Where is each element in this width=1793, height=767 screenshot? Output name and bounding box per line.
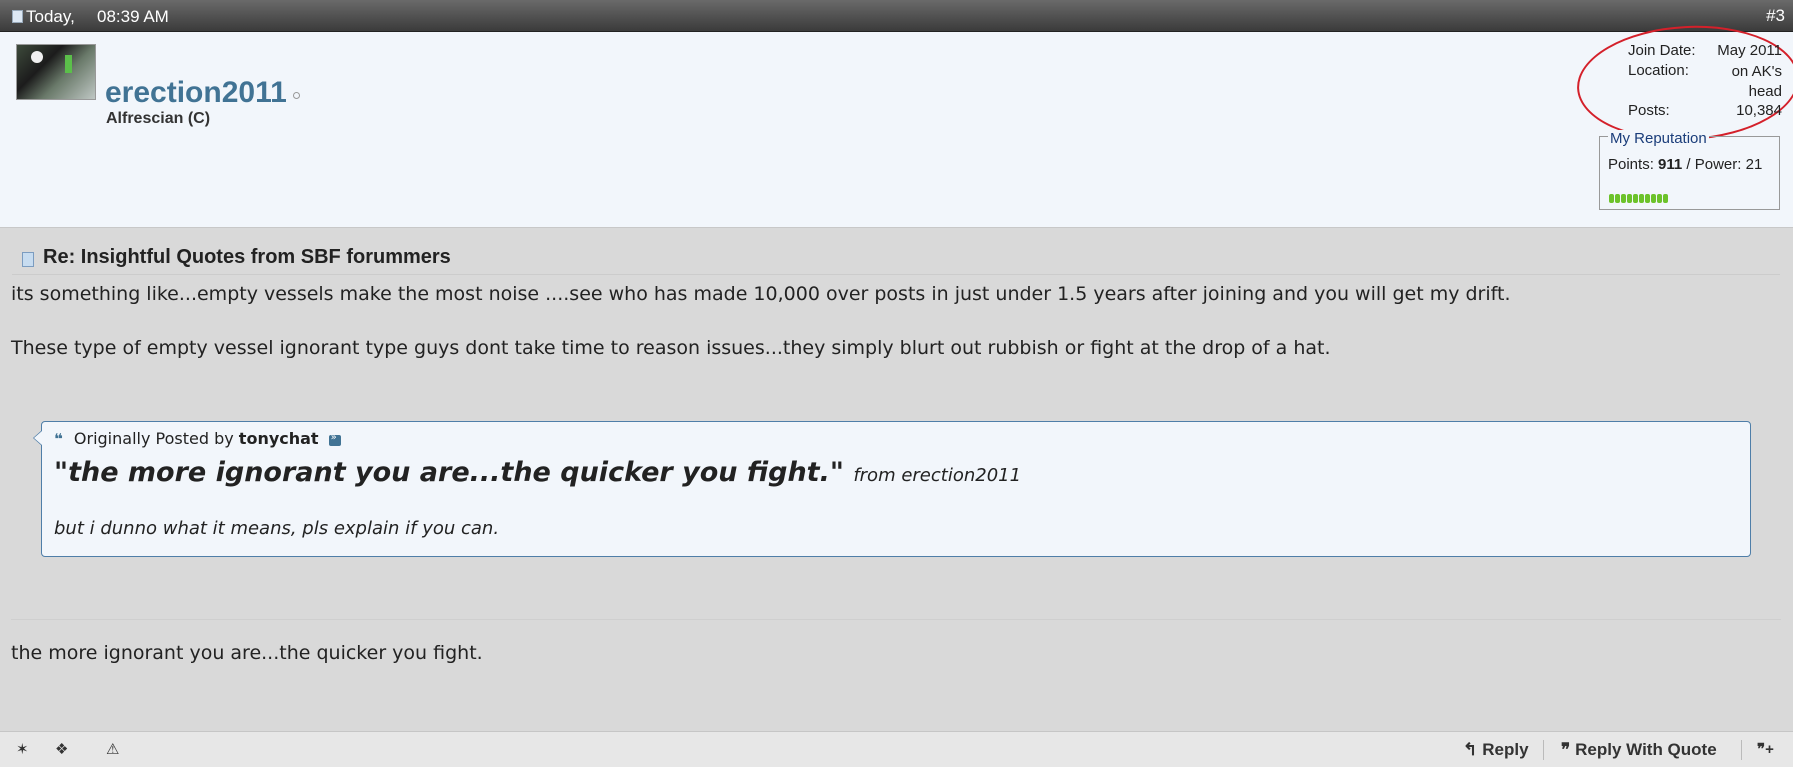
user-info-bar: erection2011 Alfrescian (C) [0, 32, 1793, 228]
join-date-row: Join Date: May 2011 [1628, 42, 1782, 62]
post-footer-bar: ✶ ❖ ⚠ ↰ Reply ❞ Reply With Quote ❞+ [0, 731, 1793, 767]
reputation-legend: My Reputation [1608, 130, 1709, 147]
document-icon [12, 10, 23, 23]
reputation-segment [1615, 194, 1620, 203]
apple-logo-icon [31, 51, 43, 63]
reply-icon: ↰ [1463, 740, 1478, 759]
reply-button[interactable]: ↰ Reply [1463, 740, 1529, 760]
location-value: on AK's head [1731, 63, 1782, 100]
reputation-segment [1645, 194, 1650, 203]
separator [1741, 740, 1742, 760]
points-value: 911 [1658, 156, 1683, 173]
avatar[interactable] [16, 44, 96, 100]
posts-label: Posts: [1628, 102, 1670, 119]
reply-with-quote-label: Reply With Quote [1575, 740, 1717, 759]
reputation-segment [1627, 194, 1632, 203]
quote-sub-text: but i dunno what it means, pls explain i… [54, 518, 500, 539]
power-label: Power: [1694, 156, 1742, 173]
quote-reply-icon: ❞ [1561, 740, 1571, 759]
multi-quote-icon[interactable]: ❞+ [1757, 740, 1774, 758]
username-link[interactable]: erection2011 [105, 76, 287, 110]
user-stats: Join Date: May 2011 Location: on AK's he… [1628, 42, 1782, 122]
reputation-segment [1609, 194, 1614, 203]
post-title: Re: Insightful Quotes from SBF forummers [43, 246, 451, 268]
thanks-icon[interactable]: ❖ [55, 740, 68, 758]
quote-prefix: Originally Posted by [73, 429, 234, 448]
report-warning-icon[interactable]: ⚠ [106, 740, 119, 758]
location-label: Location: [1628, 62, 1689, 79]
quote-header: ❝ Originally Posted by tonychat [54, 429, 341, 448]
reputation-segment [1651, 194, 1656, 203]
posts-row: Posts: 10,384 [1628, 102, 1782, 122]
post-paragraph-2: These type of empty vessel ignorant type… [11, 337, 1331, 359]
reputation-segment [1657, 194, 1662, 203]
quote-author[interactable]: tonychat [239, 429, 319, 448]
quote-block: ❝ Originally Posted by tonychat "the mor… [33, 421, 1751, 557]
view-post-icon[interactable] [328, 432, 341, 446]
post-paragraph-3: the more ignorant you are...the quicker … [11, 642, 483, 664]
post-paragraph-1: its something like...empty vessels make … [11, 283, 1511, 305]
quote-notch [33, 430, 42, 446]
quote-main-text: "the more ignorant you are...the quicker… [54, 457, 1021, 488]
reputation-segment [1621, 194, 1626, 203]
online-status-icon [293, 92, 300, 99]
reply-label: Reply [1482, 740, 1529, 759]
join-date-label: Join Date: [1628, 42, 1696, 59]
quote-from-text: from erection2011 [853, 465, 1022, 486]
reputation-segment [1639, 194, 1644, 203]
post-title-row: Re: Insightful Quotes from SBF forummers [12, 245, 1780, 275]
power-value: 21 [1745, 156, 1763, 173]
join-date-value: May 2011 [1717, 42, 1782, 59]
posts-value: 10,384 [1736, 102, 1782, 119]
post-date: Today, [26, 7, 75, 26]
divider [11, 619, 1781, 620]
points-separator: / [1686, 156, 1691, 173]
quote-bold-text: "the more ignorant you are...the quicker… [54, 457, 844, 488]
star-icon[interactable]: ✶ [16, 740, 29, 758]
separator [1543, 740, 1544, 760]
reputation-bar [1609, 194, 1668, 203]
reputation-segment [1663, 194, 1668, 203]
reputation-points: Points: 911 / Power: 21 [1608, 155, 1773, 175]
location-row: Location: on AK's head [1628, 62, 1782, 102]
quote-icon: ❝ [54, 430, 63, 448]
points-label: Points: [1608, 156, 1654, 173]
user-title: Alfrescian (C) [106, 110, 211, 127]
post-header-bar: Today, 08:39 AM #3 [0, 0, 1793, 32]
post-icon [22, 252, 34, 267]
post-number-link[interactable]: #3 [1766, 6, 1785, 26]
reply-with-quote-button[interactable]: ❞ Reply With Quote [1561, 740, 1717, 760]
avatar-detail [65, 55, 72, 73]
reputation-segment [1633, 194, 1638, 203]
post-time: 08:39 AM [97, 7, 169, 26]
reputation-box: My Reputation Points: 911 / Power: 21 [1599, 130, 1780, 210]
